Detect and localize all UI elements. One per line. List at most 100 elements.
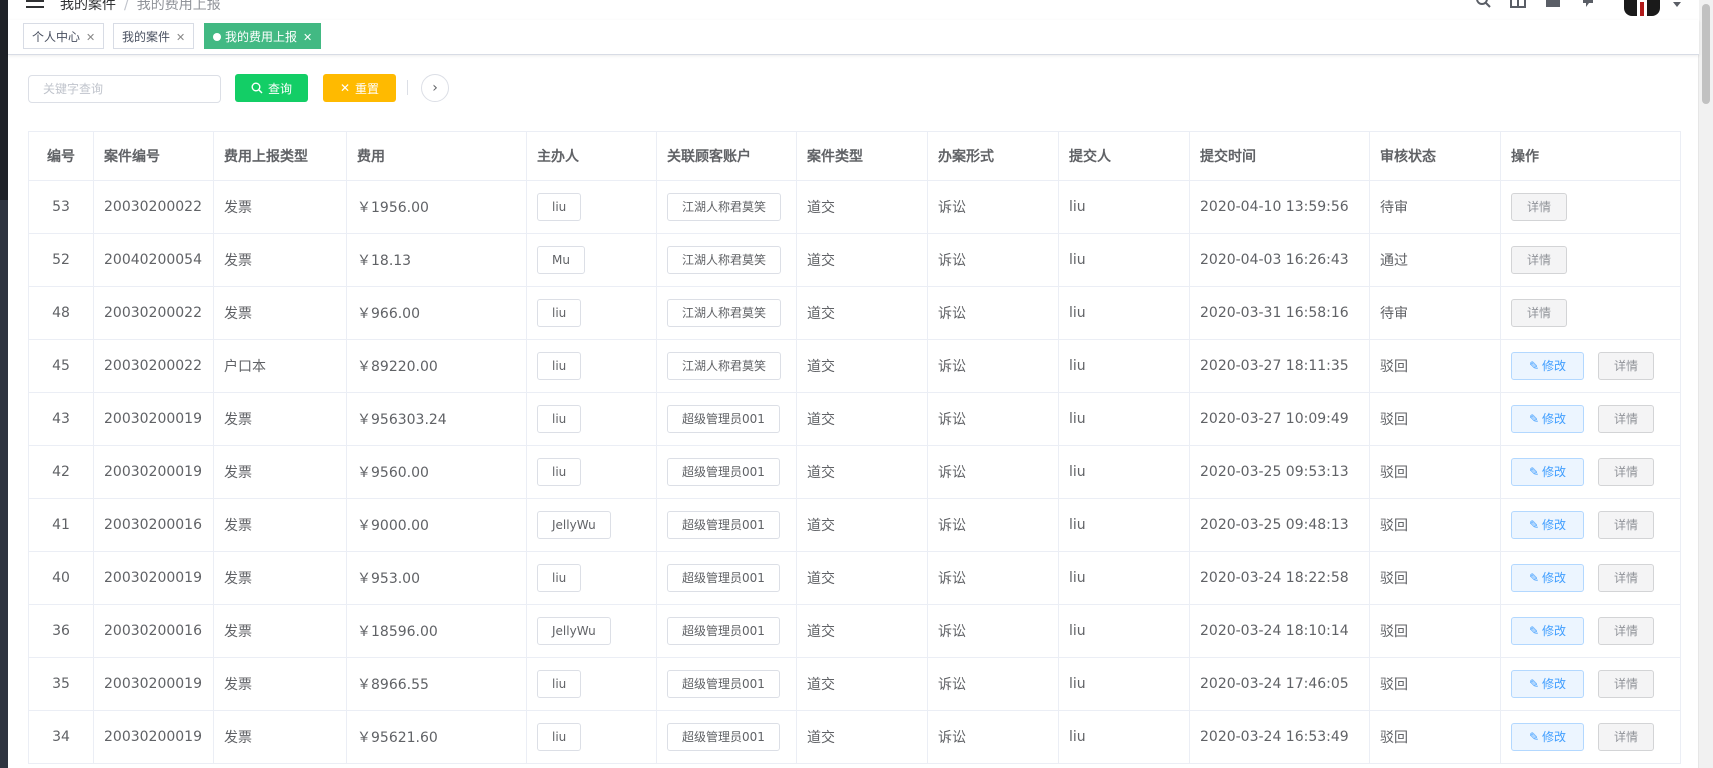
edit-button[interactable]: ✎ 修改 xyxy=(1511,617,1584,645)
host-tag: liu xyxy=(537,670,582,698)
time-cell: 2020-03-24 18:22:58 xyxy=(1189,551,1370,605)
type-cell: 发票 xyxy=(213,445,347,499)
detail-button[interactable]: 详情 xyxy=(1598,723,1654,751)
close-icon[interactable]: ✕ xyxy=(176,25,185,51)
customer-tag: 超级管理员001 xyxy=(667,405,780,433)
detail-button[interactable]: 详情 xyxy=(1598,405,1654,433)
fee-cell: ￥18596.00 xyxy=(346,604,527,658)
column-header: 审核状态 xyxy=(1369,131,1501,181)
id-cell: 36 xyxy=(28,604,94,658)
keyword-search-input[interactable] xyxy=(28,75,221,103)
chevron-right-icon[interactable]: › xyxy=(421,74,449,102)
fee-cell: ￥9560.00 xyxy=(346,445,527,499)
host-cell: liu xyxy=(526,180,657,234)
mode-cell: 诉讼 xyxy=(927,498,1059,552)
edit-button[interactable]: ✎ 修改 xyxy=(1511,352,1584,380)
case-type-cell: 道交 xyxy=(796,657,928,711)
edit-icon: ✎ xyxy=(1528,412,1540,426)
detail-button[interactable]: 详情 xyxy=(1511,193,1567,221)
submitter-cell: liu xyxy=(1058,445,1190,499)
time-cell: 2020-04-03 16:26:43 xyxy=(1189,233,1370,287)
id-cell: 41 xyxy=(28,498,94,552)
detail-button[interactable]: 详情 xyxy=(1598,564,1654,592)
submitter-cell: liu xyxy=(1058,551,1190,605)
close-icon[interactable]: ✕ xyxy=(303,25,312,51)
mode-cell: 诉讼 xyxy=(927,445,1059,499)
fee-cell: ￥8966.55 xyxy=(346,657,527,711)
fee-cell: ￥9000.00 xyxy=(346,498,527,552)
detail-button[interactable]: 详情 xyxy=(1598,617,1654,645)
reset-button[interactable]: ✕ 重置 xyxy=(323,74,396,102)
caret-down-icon[interactable] xyxy=(1673,2,1681,7)
status-cell: 驳回 xyxy=(1369,445,1501,499)
host-cell: liu xyxy=(526,392,657,446)
host-tag: liu xyxy=(537,405,582,433)
search-icon[interactable] xyxy=(1475,0,1493,8)
search-button[interactable]: 查询 xyxy=(235,74,308,102)
tag-personal-center[interactable]: 个人中心 ✕ xyxy=(23,23,105,51)
tags-view: 个人中心 ✕ 我的案件 ✕ 我的费用上报 ✕ xyxy=(8,20,1699,55)
table-row: 42 20030200019 发票 ￥9560.00 liu 超级管理员001 道交 诉讼 li… xyxy=(28,445,1681,499)
customer-cell: 江湖人称君莫笑 xyxy=(656,233,797,287)
actions-cell: ✎ 修改 详情 xyxy=(1500,551,1681,605)
host-tag: liu xyxy=(537,564,582,592)
detail-button[interactable]: 详情 xyxy=(1598,511,1654,539)
detail-button[interactable]: 详情 xyxy=(1598,352,1654,380)
host-tag: Mu xyxy=(537,246,585,274)
close-icon[interactable]: ✕ xyxy=(86,25,95,51)
edit-button-label: 修改 xyxy=(1542,677,1567,691)
case-type-cell: 道交 xyxy=(796,180,928,234)
case-no-cell: 20030200019 xyxy=(93,710,214,764)
customer-cell: 江湖人称君莫笑 xyxy=(656,180,797,234)
submitter-cell: liu xyxy=(1058,286,1190,340)
fee-cell: ￥966.00 xyxy=(346,286,527,340)
size-icon[interactable] xyxy=(1545,0,1563,8)
breadcrumb-item[interactable]: 我的案件 xyxy=(60,0,116,13)
table-header: 编号 案件编号 费用上报类型 费用 主办人 关联顾客账户 案件类型 办案形式 提… xyxy=(28,131,1681,181)
column-header: 案件编号 xyxy=(93,131,214,181)
time-cell: 2020-04-10 13:59:56 xyxy=(1189,180,1370,234)
actions-cell: ✎ 修改 详情 xyxy=(1500,710,1681,764)
bell-icon[interactable] xyxy=(1580,0,1598,8)
type-cell: 发票 xyxy=(213,180,347,234)
edit-button[interactable]: ✎ 修改 xyxy=(1511,458,1584,486)
fee-cell: ￥953.00 xyxy=(346,551,527,605)
tag-my-cases[interactable]: 我的案件 ✕ xyxy=(113,23,195,51)
case-no-cell: 20030200019 xyxy=(93,657,214,711)
customer-cell: 超级管理员001 xyxy=(656,604,797,658)
customer-cell: 超级管理员001 xyxy=(656,657,797,711)
time-cell: 2020-03-24 17:46:05 xyxy=(1189,657,1370,711)
tag-my-expense-report[interactable]: 我的费用上报 ✕ xyxy=(204,23,322,51)
page-scrollbar[interactable] xyxy=(1698,0,1713,768)
edit-button[interactable]: ✎ 修改 xyxy=(1511,511,1584,539)
customer-cell: 超级管理员001 xyxy=(656,551,797,605)
detail-button[interactable]: 详情 xyxy=(1511,246,1567,274)
detail-button[interactable]: 详情 xyxy=(1511,299,1567,327)
scrollbar-thumb[interactable] xyxy=(1702,4,1710,104)
case-type-cell: 道交 xyxy=(796,445,928,499)
edit-button[interactable]: ✎ 修改 xyxy=(1511,723,1584,751)
time-cell: 2020-03-27 18:11:35 xyxy=(1189,339,1370,393)
type-cell: 发票 xyxy=(213,498,347,552)
hamburger-icon[interactable] xyxy=(26,0,44,8)
close-icon: ✕ xyxy=(339,81,351,95)
edit-button[interactable]: ✎ 修改 xyxy=(1511,405,1584,433)
status-cell: 驳回 xyxy=(1369,392,1501,446)
edit-button[interactable]: ✎ 修改 xyxy=(1511,670,1584,698)
detail-button[interactable]: 详情 xyxy=(1598,458,1654,486)
submitter-cell: liu xyxy=(1058,710,1190,764)
fee-cell: ￥956303.24 xyxy=(346,392,527,446)
mode-cell: 诉讼 xyxy=(927,657,1059,711)
detail-button[interactable]: 详情 xyxy=(1598,670,1654,698)
host-tag: JellyWu xyxy=(537,617,611,645)
fee-cell: ￥18.13 xyxy=(346,233,527,287)
host-cell: JellyWu xyxy=(526,498,657,552)
avatar[interactable] xyxy=(1624,0,1660,16)
type-cell: 发票 xyxy=(213,392,347,446)
host-cell: liu xyxy=(526,710,657,764)
host-cell: Mu xyxy=(526,233,657,287)
table-row: 36 20030200016 发票 ￥18596.00 JellyWu 超级管理员001 道… xyxy=(28,604,1681,658)
fullscreen-icon[interactable] xyxy=(1510,0,1528,8)
edit-button[interactable]: ✎ 修改 xyxy=(1511,564,1584,592)
edit-button-label: 修改 xyxy=(1542,359,1567,373)
